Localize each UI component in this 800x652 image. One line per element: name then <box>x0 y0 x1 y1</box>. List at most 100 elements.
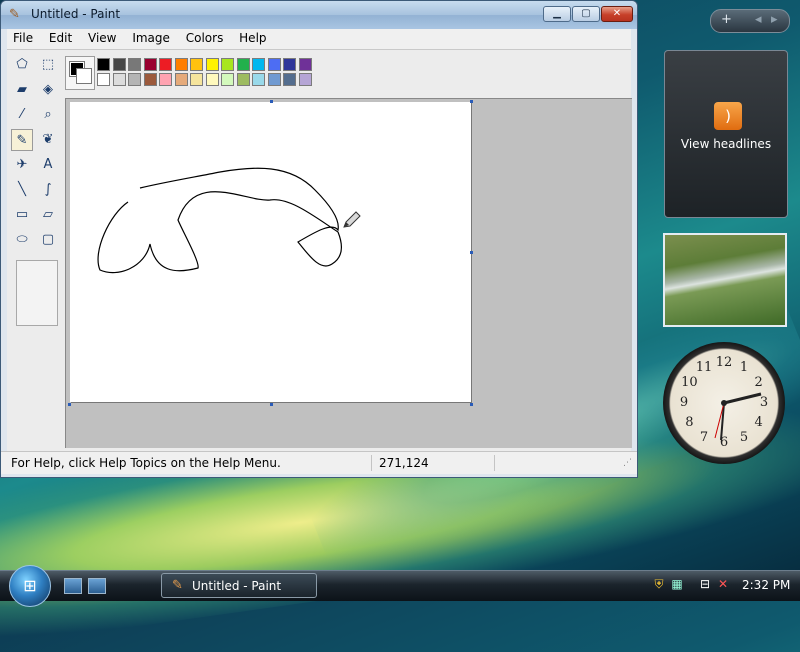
menu-view[interactable]: View <box>82 29 122 47</box>
clock-numeral: 3 <box>759 395 769 410</box>
clock-numeral: 9 <box>679 395 689 410</box>
taskbar-clock[interactable]: 2:32 PM <box>742 578 790 592</box>
brush-icon[interactable]: ❦ <box>37 129 59 151</box>
rectangle-select-icon[interactable]: ⬚ <box>37 54 59 76</box>
network-icon[interactable]: ⊟ <box>698 577 712 591</box>
palette-swatch[interactable] <box>221 58 234 71</box>
resize-handle-top-right[interactable] <box>470 100 473 103</box>
polygon-icon[interactable]: ▱ <box>37 204 59 226</box>
magnifier-icon[interactable]: ⌕ <box>37 104 59 126</box>
status-separator <box>494 455 495 471</box>
menu-image[interactable]: Image <box>126 29 176 47</box>
window-title: Untitled - Paint <box>31 7 121 21</box>
palette-swatch[interactable] <box>143 73 157 86</box>
pencil-cursor-icon <box>343 211 361 228</box>
pencil-icon[interactable]: ✎ <box>11 129 33 151</box>
palette-swatch[interactable] <box>252 58 265 71</box>
palette-swatch[interactable] <box>298 58 312 71</box>
ellipse-icon[interactable]: ⬭ <box>11 229 33 251</box>
palette-swatch[interactable] <box>174 73 188 86</box>
palette-swatch[interactable] <box>283 58 296 71</box>
rectangle-icon[interactable]: ▭ <box>11 204 33 226</box>
resize-handle-bottom-right[interactable] <box>470 403 473 406</box>
palette-swatch[interactable] <box>267 58 281 71</box>
status-help-text: For Help, click Help Topics on the Help … <box>11 456 281 470</box>
palette-swatch[interactable] <box>236 73 250 86</box>
palette-swatch[interactable] <box>283 73 296 86</box>
status-separator <box>371 455 372 471</box>
palette-swatch[interactable] <box>190 58 203 71</box>
palette-swatch[interactable] <box>267 73 281 86</box>
slideshow-gadget[interactable] <box>663 233 787 327</box>
start-button[interactable]: ⊞ <box>9 565 51 607</box>
palette-swatch[interactable] <box>221 73 234 86</box>
palette-swatch[interactable] <box>97 73 110 86</box>
title-bar[interactable]: ✎ Untitled - Paint ▁ ▢ ✕ <box>1 1 637 29</box>
palette-swatch[interactable] <box>298 73 312 86</box>
palette-swatch[interactable] <box>190 73 203 86</box>
palette-swatch[interactable] <box>128 58 141 71</box>
show-desktop-icon[interactable] <box>64 578 82 594</box>
paint-app-icon: ✎ <box>172 578 183 593</box>
curve-icon[interactable]: ∫ <box>37 179 59 201</box>
rss-feed-gadget[interactable]: ) View headlines <box>664 50 788 218</box>
palette-swatch[interactable] <box>205 73 219 86</box>
status-bar: For Help, click Help Topics on the Help … <box>1 451 637 474</box>
rss-icon: ) <box>714 102 742 130</box>
palette-swatch[interactable] <box>252 73 265 86</box>
menu-help[interactable]: Help <box>233 29 272 47</box>
palette-swatch[interactable] <box>159 58 172 71</box>
add-gadget-button[interactable]: + <box>721 12 732 27</box>
maximize-button[interactable]: ▢ <box>572 6 600 22</box>
text-icon[interactable]: A <box>37 154 59 176</box>
windows-update-icon[interactable]: ▦ <box>670 577 684 591</box>
menu-colors[interactable]: Colors <box>180 29 230 47</box>
palette-swatch[interactable] <box>143 58 157 71</box>
clock-numeral: 11 <box>695 360 713 376</box>
minimize-button[interactable]: ▁ <box>543 6 571 22</box>
palette-swatch[interactable] <box>236 58 250 71</box>
current-colors[interactable] <box>65 56 95 90</box>
resize-handle-top[interactable] <box>270 100 273 103</box>
fill-bucket-icon[interactable]: ◈ <box>37 79 59 101</box>
paint-window: ✎ Untitled - Paint ▁ ▢ ✕ File Edit View … <box>0 0 638 478</box>
rounded-rectangle-icon[interactable]: ▢ <box>37 229 59 251</box>
sidebar-toolbar: + ◂ ▸ <box>710 9 790 33</box>
palette-swatch[interactable] <box>97 58 110 71</box>
tool-options-panel[interactable] <box>16 260 58 326</box>
security-shield-icon[interactable]: ⛨ <box>652 577 666 591</box>
airbrush-icon[interactable]: ✈ <box>11 154 33 176</box>
line-icon[interactable]: ╲ <box>11 179 33 201</box>
taskbar-button-paint[interactable]: ✎ Untitled - Paint <box>161 573 317 598</box>
resize-grip-icon[interactable]: ⋰ <box>623 458 632 468</box>
resize-handle-right[interactable] <box>470 251 473 254</box>
view-headlines-label[interactable]: View headlines <box>665 137 787 151</box>
prev-gadget-button[interactable]: ◂ <box>755 12 762 27</box>
next-gadget-button[interactable]: ▸ <box>771 12 778 27</box>
eraser-icon[interactable]: ▰ <box>11 79 33 101</box>
close-button[interactable]: ✕ <box>601 6 633 22</box>
color-picker-icon[interactable]: ⁄ <box>11 104 33 126</box>
switch-windows-icon[interactable] <box>88 578 106 594</box>
palette-swatch[interactable] <box>205 58 219 71</box>
palette-swatch[interactable] <box>112 58 126 71</box>
clock-gadget[interactable]: 12 1 2 3 4 5 6 7 8 9 10 11 <box>663 342 785 464</box>
resize-handle-bottom[interactable] <box>270 403 273 406</box>
background-color <box>76 68 92 84</box>
volume-muted-icon[interactable]: ✕ <box>716 577 730 591</box>
free-form-select-icon[interactable]: ⬠ <box>11 54 33 76</box>
color-palette <box>63 56 323 96</box>
resize-handle-bottom-left[interactable] <box>68 403 71 406</box>
palette-swatch[interactable] <box>174 58 188 71</box>
menu-edit[interactable]: Edit <box>43 29 78 47</box>
palette-swatch[interactable] <box>112 73 126 86</box>
taskbar: ⊞ ✎ Untitled - Paint ⛨ ▦ ⊟ ✕ 2:32 PM <box>0 565 800 607</box>
palette-swatch[interactable] <box>128 73 141 86</box>
paint-app-icon: ✎ <box>9 7 20 22</box>
paint-client-area: ⬠ ⬚ ▰ ◈ ⁄ ⌕ ✎ ❦ ✈ A ╲ ∫ ▭ ▱ ⬭ ▢ <box>7 50 632 451</box>
palette-swatch[interactable] <box>159 73 172 86</box>
clock-numeral: 2 <box>754 375 763 390</box>
canvas-scroll-area <box>65 98 632 448</box>
menu-file[interactable]: File <box>7 29 39 47</box>
drawing-canvas[interactable] <box>70 102 471 402</box>
